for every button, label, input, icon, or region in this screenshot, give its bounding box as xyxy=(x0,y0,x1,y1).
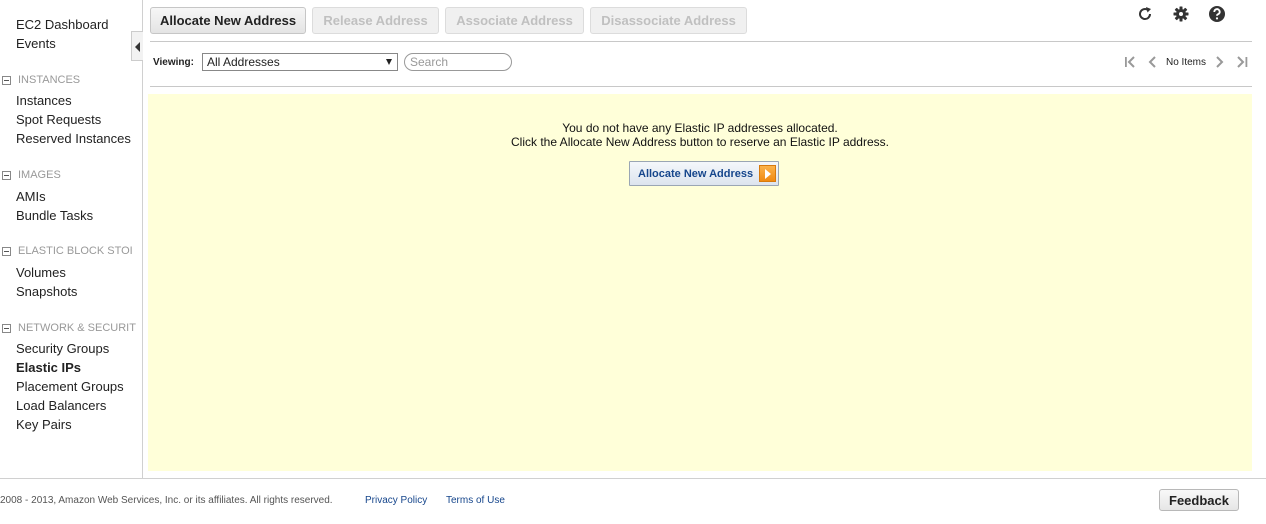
search-input[interactable] xyxy=(404,53,512,71)
sidebar-item-events[interactable]: Events xyxy=(16,36,56,52)
privacy-policy-link[interactable]: Privacy Policy xyxy=(365,495,427,506)
gear-icon[interactable] xyxy=(1172,5,1190,23)
collapse-icon[interactable] xyxy=(2,170,11,180)
page-status: No Items xyxy=(1165,56,1206,68)
sidebar-item-load-balancers[interactable]: Load Balancers xyxy=(16,398,106,414)
empty-message-line1: You do not have any Elastic IP addresses… xyxy=(562,121,838,135)
top-right-icons xyxy=(1118,5,1226,23)
section-title: ELASTIC BLOCK STOI xyxy=(18,245,133,257)
sidebar-item-amis[interactable]: AMIs xyxy=(16,189,46,205)
feedback-button[interactable]: Feedback xyxy=(1159,489,1239,511)
action-toolbar: Allocate New Address Release Address Ass… xyxy=(150,7,753,34)
dropdown-arrow-icon xyxy=(386,59,392,65)
sidebar-collapse-toggle[interactable] xyxy=(131,31,143,61)
last-page-icon[interactable] xyxy=(1234,54,1250,70)
sidebar-item-spot-requests[interactable]: Spot Requests xyxy=(16,112,101,128)
empty-message-line2: Click the Allocate New Address button to… xyxy=(511,135,889,149)
filter-divider xyxy=(150,86,1252,87)
section-header-network-security[interactable]: NETWORK & SECURIT xyxy=(2,321,136,335)
selected-filter-value: All Addresses xyxy=(207,55,280,69)
first-page-icon[interactable] xyxy=(1122,54,1138,70)
allocate-new-address-cta[interactable]: Allocate New Address xyxy=(629,161,779,186)
sidebar-nav: EC2 Dashboard Events INSTANCES Instances… xyxy=(0,0,143,478)
previous-page-icon[interactable] xyxy=(1144,54,1160,70)
section-title: IMAGES xyxy=(18,169,61,181)
footer-divider xyxy=(0,478,1266,479)
sidebar-item-placement-groups[interactable]: Placement Groups xyxy=(16,379,124,395)
section-header-elastic-block-store[interactable]: ELASTIC BLOCK STOI xyxy=(2,244,133,258)
associate-address-button[interactable]: Associate Address xyxy=(445,7,585,34)
toolbar-divider xyxy=(150,41,1252,42)
next-page-icon[interactable] xyxy=(1212,54,1228,70)
sidebar-item-instances[interactable]: Instances xyxy=(16,93,72,109)
disassociate-address-button[interactable]: Disassociate Address xyxy=(590,7,748,34)
play-arrow-icon xyxy=(759,165,776,182)
sidebar-item-elastic-ips[interactable]: Elastic IPs xyxy=(16,360,81,376)
section-header-instances[interactable]: INSTANCES xyxy=(2,73,80,87)
cta-label: Allocate New Address xyxy=(638,167,754,180)
pagination: No Items xyxy=(1122,54,1250,70)
sidebar-item-volumes[interactable]: Volumes xyxy=(16,265,66,281)
sidebar-item-key-pairs[interactable]: Key Pairs xyxy=(16,417,72,433)
empty-state-panel: You do not have any Elastic IP addresses… xyxy=(148,94,1252,471)
help-icon[interactable] xyxy=(1208,5,1226,23)
sidebar-item-bundle-tasks[interactable]: Bundle Tasks xyxy=(16,208,93,224)
sidebar-item-snapshots[interactable]: Snapshots xyxy=(16,284,77,300)
section-title: NETWORK & SECURIT xyxy=(18,322,136,334)
release-address-button[interactable]: Release Address xyxy=(312,7,440,34)
terms-of-use-link[interactable]: Terms of Use xyxy=(446,495,505,506)
collapse-icon[interactable] xyxy=(2,323,11,333)
sidebar-item-reserved-instances[interactable]: Reserved Instances xyxy=(16,131,131,147)
sidebar-item-security-groups[interactable]: Security Groups xyxy=(16,341,109,357)
collapse-icon[interactable] xyxy=(2,246,11,256)
section-title: INSTANCES xyxy=(18,74,81,86)
viewing-label: Viewing: xyxy=(153,57,194,68)
copyright-text: 2008 - 2013, Amazon Web Services, Inc. o… xyxy=(0,495,333,506)
ec2-console: EC2 Dashboard Events INSTANCES Instances… xyxy=(0,0,1266,524)
allocate-new-address-button[interactable]: Allocate New Address xyxy=(150,7,307,34)
viewing-filter-select[interactable]: All Addresses xyxy=(202,53,398,71)
refresh-icon[interactable] xyxy=(1136,5,1154,23)
collapse-icon[interactable] xyxy=(2,75,11,85)
section-header-images[interactable]: IMAGES xyxy=(2,168,61,182)
sidebar-item-ec2-dashboard[interactable]: EC2 Dashboard xyxy=(16,17,109,33)
